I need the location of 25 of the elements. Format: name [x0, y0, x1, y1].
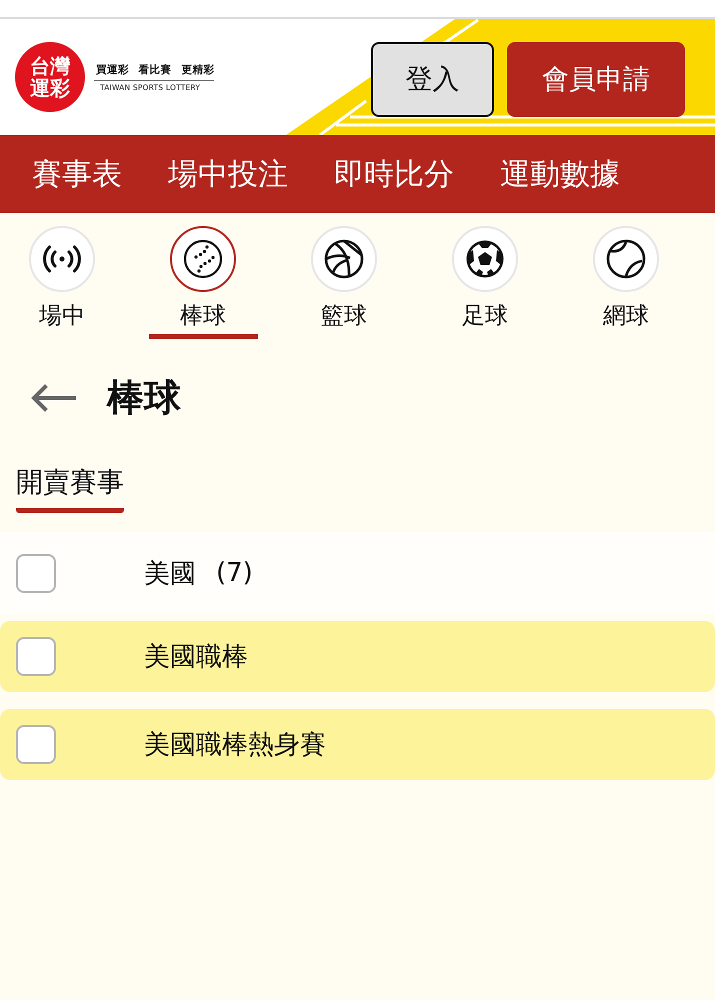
- nav-link[interactable]: 運動數據: [500, 154, 620, 194]
- register-button[interactable]: 會員申請: [507, 42, 685, 116]
- sport-tab[interactable]: 足球: [423, 226, 547, 330]
- page-title: 棒球: [107, 375, 181, 421]
- sport-tab[interactable]: 棒球: [141, 226, 265, 339]
- sport-tab[interactable]: 網球: [564, 226, 688, 330]
- filter-row[interactable]: 美國職棒熱身賽: [0, 709, 715, 780]
- back-arrow-icon[interactable]: [30, 384, 76, 412]
- logo-mark: 台灣運彩: [15, 42, 85, 112]
- row-label: 美國職棒熱身賽: [144, 729, 326, 762]
- login-button[interactable]: 登入: [371, 42, 494, 116]
- filter-row[interactable]: 美國職棒: [0, 621, 715, 692]
- checkbox[interactable]: [16, 637, 56, 676]
- nav-link[interactable]: 賽事表: [32, 154, 122, 194]
- sport-tab[interactable]: 場中: [0, 226, 124, 330]
- nav-link[interactable]: 即時比分: [334, 154, 454, 194]
- checkbox[interactable]: [16, 554, 56, 592]
- row-count: (7): [216, 558, 253, 588]
- section-tab[interactable]: 開賣賽事: [16, 464, 124, 513]
- logo-tagline: 買運彩 看比賽 更精彩: [94, 62, 214, 80]
- checkbox[interactable]: [16, 725, 56, 764]
- nav-link[interactable]: 場中投注: [168, 154, 288, 194]
- sport-tab[interactable]: 籃球: [282, 226, 406, 330]
- row-label: 美國: [144, 558, 196, 590]
- row-label: 美國職棒: [144, 641, 248, 674]
